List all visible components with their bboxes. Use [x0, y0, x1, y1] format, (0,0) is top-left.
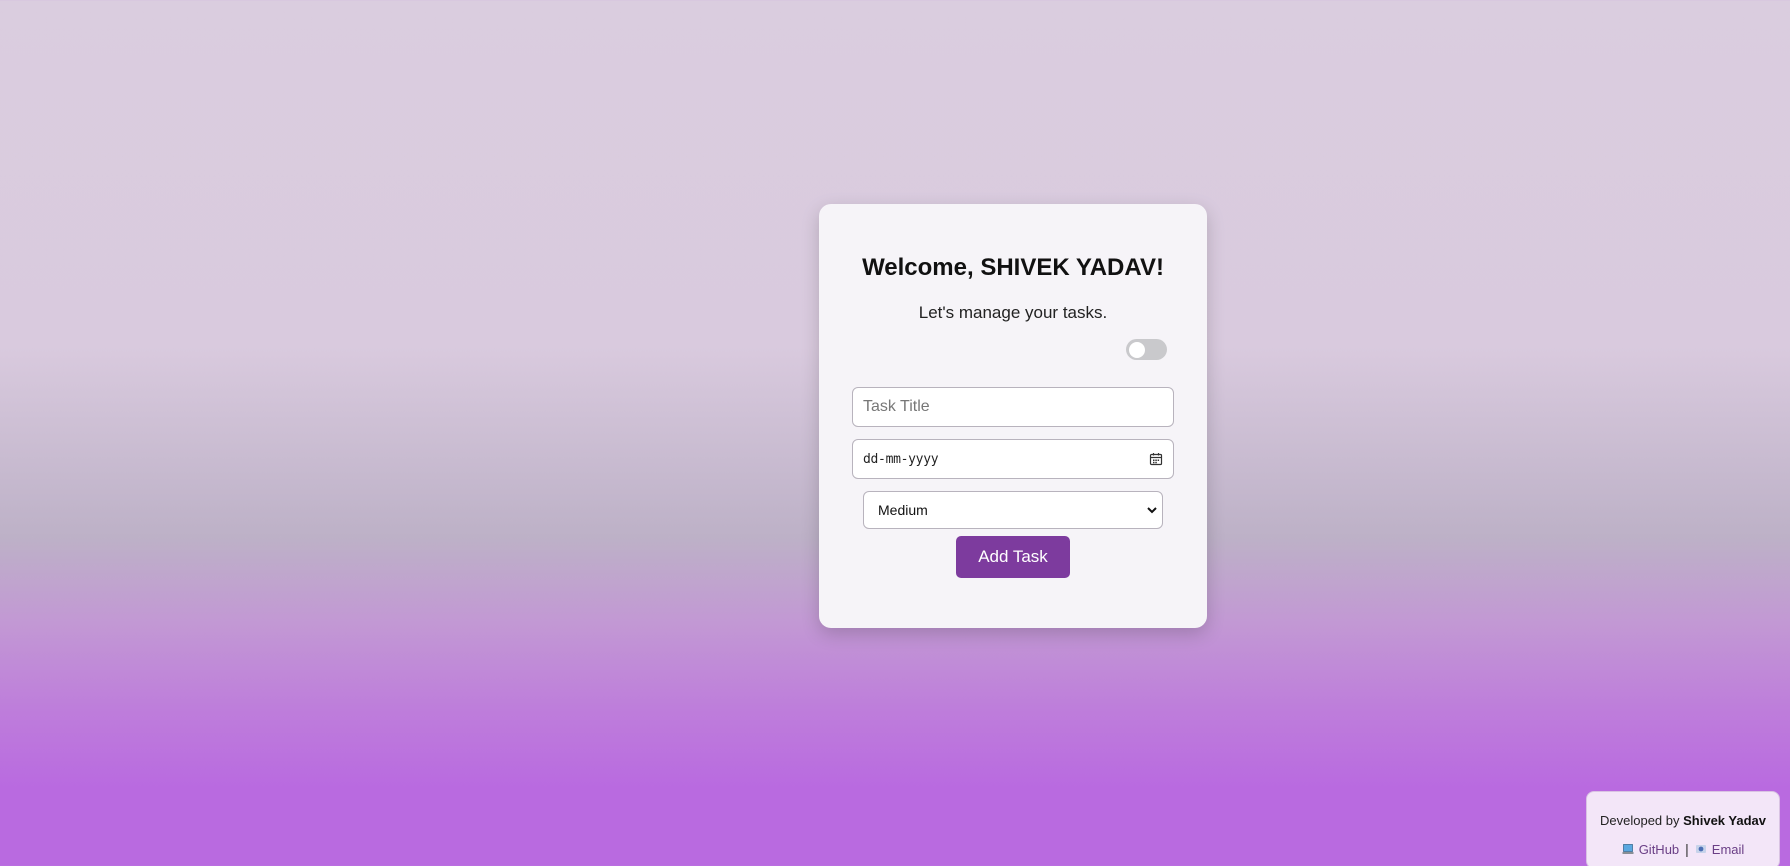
due-date-input[interactable]: dd-mm-yyyy	[852, 439, 1174, 479]
priority-select[interactable]: Medium	[863, 491, 1163, 529]
email-icon	[1695, 845, 1706, 853]
github-label: GitHub	[1638, 841, 1680, 857]
developer-credit: Developed by Shivek Yadav	[1587, 813, 1779, 828]
add-task-button[interactable]: Add Task	[956, 536, 1070, 578]
toggle-knob	[1129, 342, 1145, 358]
link-separator: |	[1685, 841, 1689, 857]
welcome-heading: Welcome, SHIVEK YADAV!	[862, 254, 1164, 281]
github-link[interactable]: GitHub	[1622, 842, 1679, 857]
developed-by-label: Developed by	[1600, 813, 1680, 828]
theme-toggle[interactable]	[1126, 339, 1167, 360]
chevron-down-icon	[1147, 507, 1157, 514]
email-label: Email	[1711, 841, 1745, 857]
calendar-icon[interactable]	[1149, 452, 1163, 466]
developer-name: Shivek Yadav	[1683, 813, 1766, 828]
priority-selected-value: Medium	[878, 502, 928, 518]
laptop-icon	[1622, 844, 1634, 854]
email-link[interactable]: Email	[1695, 841, 1745, 857]
welcome-subheading: Let's manage your tasks.	[918, 303, 1108, 322]
developer-footer: Developed by Shivek Yadav GitHub | Email	[1586, 791, 1780, 866]
footer-links: GitHub | Email	[1587, 841, 1779, 857]
task-card: Welcome, SHIVEK YADAV! Let's manage your…	[819, 204, 1207, 628]
task-title-input[interactable]	[852, 387, 1174, 427]
date-placeholder: dd-mm-yyyy	[863, 451, 939, 467]
